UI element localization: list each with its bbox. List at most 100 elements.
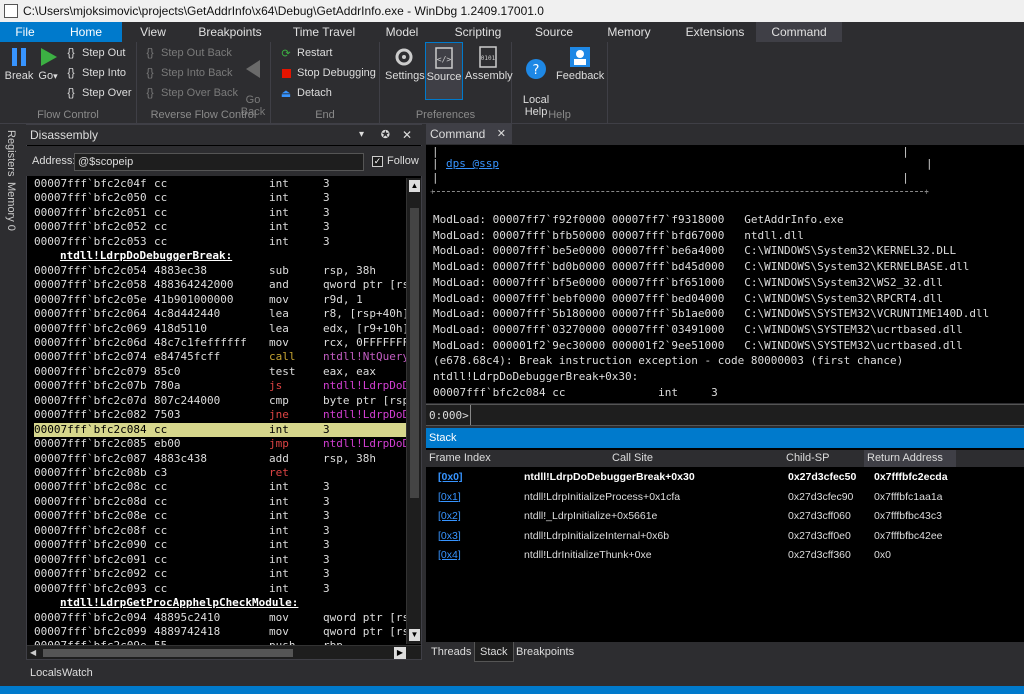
stop-debugging-button[interactable]: Stop Debugging bbox=[279, 64, 376, 82]
dropdown-icon[interactable]: ▾ bbox=[359, 125, 364, 145]
disassembly-row[interactable]: 00007fff`bfc2c08f cc int 3 bbox=[34, 524, 406, 538]
feedback-button[interactable]: Feedback bbox=[556, 46, 604, 82]
restart-button[interactable]: ⟳ Restart bbox=[279, 44, 332, 62]
disassembly-row[interactable]: 00007fff`bfc2c052 cc int 3 bbox=[34, 220, 406, 234]
stack-frame-row[interactable]: [0x3] ntdll!LdrpInitializeInternal+0x6b 0x… bbox=[428, 527, 1024, 547]
disassembly-row[interactable]: 00007fff`bfc2c099 4889742418 mov qword ptr … bbox=[34, 625, 406, 639]
instr-opcode: test bbox=[269, 364, 296, 378]
scroll-down-icon[interactable]: ▼ bbox=[409, 629, 420, 641]
disassembly-row[interactable]: 00007fff`bfc2c08e cc int 3 bbox=[34, 509, 406, 523]
frame-index-link[interactable]: [0x3] bbox=[438, 527, 461, 547]
disassembly-hscroll[interactable]: ◀ ▶ bbox=[27, 645, 421, 659]
disassembly-row[interactable]: 00007fff`bfc2c069 418d5110 lea edx, [r9+10h… bbox=[34, 322, 406, 336]
tab-watch[interactable]: Watch bbox=[62, 667, 93, 679]
col-frame-index[interactable]: Frame Index bbox=[429, 452, 491, 464]
frame-index-link[interactable]: [0x0] bbox=[438, 468, 463, 488]
pin-icon[interactable]: ✪ bbox=[381, 125, 390, 145]
disassembly-row[interactable]: 00007fff`bfc2c04f cc int 3 bbox=[34, 177, 406, 191]
disassembly-row[interactable]: 00007fff`bfc2c082 7503 jne ntdll!LdrpDoDebu… bbox=[34, 408, 406, 422]
scroll-up-icon[interactable]: ▲ bbox=[409, 180, 420, 192]
disassembly-row[interactable]: 00007fff`bfc2c079 85c0 test eax, eax bbox=[34, 365, 406, 379]
tab-memory[interactable]: Memory bbox=[584, 22, 674, 42]
stack-frame-row[interactable]: [0x1] ntdll!LdrpInitializeProcess+0x1cfa 0… bbox=[428, 488, 1024, 508]
stack-frame-row[interactable]: [0x2] ntdll!_LdrpInitialize+0x5661e 0x27d3… bbox=[428, 507, 1024, 527]
disassembly-vscroll[interactable]: ▲ ▼ bbox=[406, 178, 421, 644]
disassembly-row[interactable]: 00007fff`bfc2c08d cc int 3 bbox=[34, 495, 406, 509]
tab-extensions[interactable]: Extensions bbox=[674, 22, 756, 42]
follow-checkbox[interactable]: ✓ bbox=[372, 156, 383, 167]
tab-file[interactable]: File bbox=[0, 22, 50, 42]
tab-stack[interactable]: Stack bbox=[474, 642, 514, 662]
disassembly-row[interactable]: 00007fff`bfc2c094 48895c2410 mov qword ptr … bbox=[34, 611, 406, 625]
tab-locals[interactable]: Locals bbox=[30, 667, 62, 679]
scroll-left-icon[interactable]: ◀ bbox=[30, 648, 40, 658]
stack-frame-row[interactable]: [0x0] ntdll!LdrpDoDebuggerBreak+0x30 0x27d… bbox=[428, 468, 1024, 488]
break-button[interactable]: Break bbox=[4, 46, 34, 82]
disassembly-row[interactable]: 00007fff`bfc2c06d 48c7c1feffffff mov rcx, 0… bbox=[34, 336, 406, 350]
disassembly-row[interactable]: 00007fff`bfc2c091 cc int 3 bbox=[34, 553, 406, 567]
frame-index-link[interactable]: [0x1] bbox=[438, 488, 461, 508]
tab-threads[interactable]: Threads bbox=[431, 646, 471, 658]
source-button[interactable]: </> Source bbox=[425, 42, 463, 100]
disassembly-row[interactable]: 00007fff`bfc2c092 cc int 3 bbox=[34, 567, 406, 581]
disassembly-row[interactable]: 00007fff`bfc2c053 cc int 3 bbox=[34, 235, 406, 249]
disassembly-row[interactable]: 00007fff`bfc2c064 4c8d442440 lea r8, [rsp+4… bbox=[34, 307, 406, 321]
disassembly-row[interactable]: 00007fff`bfc2c08b c3 ret bbox=[34, 466, 406, 480]
command-input-bar[interactable]: 0:000> bbox=[426, 404, 1024, 426]
step-over-back-button[interactable]: {} Step Over Back bbox=[143, 84, 238, 102]
col-child-sp[interactable]: Child-SP bbox=[786, 452, 829, 464]
disassembly-row-current[interactable]: 00007fff`bfc2c084 cc int 3 bbox=[34, 422, 406, 438]
disassembly-row[interactable]: 00007fff`bfc2c050 cc int 3 bbox=[34, 191, 406, 205]
side-tab-memory[interactable]: Memory 0 bbox=[5, 182, 17, 231]
step-into-back-button[interactable]: {} Step Into Back bbox=[143, 64, 232, 82]
frame-index-link[interactable]: [0x2] bbox=[438, 507, 461, 527]
step-out-back-button[interactable]: {} Step Out Back bbox=[143, 44, 232, 62]
disassembly-row[interactable]: 00007fff`bfc2c07d 807c244000 cmp byte ptr [… bbox=[34, 394, 406, 408]
hscroll-thumb[interactable] bbox=[43, 649, 293, 657]
col-call-site[interactable]: Call Site bbox=[612, 452, 653, 464]
disassembly-row[interactable]: 00007fff`bfc2c054 4883ec38 sub rsp, 38h bbox=[34, 264, 406, 278]
tab-home[interactable]: Home bbox=[50, 22, 122, 42]
disassembly-row[interactable]: 00007fff`bfc2c085 eb00 jmp ntdll!LdrpDoDebu… bbox=[34, 437, 406, 451]
settings-button[interactable]: Settings bbox=[385, 46, 425, 82]
tab-command[interactable]: Command bbox=[756, 22, 842, 42]
tab-breakpoints-window[interactable]: Breakpoints bbox=[516, 646, 574, 658]
tab-breakpoints[interactable]: Breakpoints bbox=[184, 22, 276, 42]
tab-command-window[interactable]: Command ✕ bbox=[426, 124, 512, 144]
side-tab-registers[interactable]: Registers bbox=[5, 130, 17, 176]
frame-index-link[interactable]: [0x4] bbox=[438, 546, 461, 566]
disassembly-row[interactable]: 00007fff`bfc2c07b 780a js ntdll!LdrpDoDebug… bbox=[34, 379, 406, 393]
instr-opcode: int bbox=[269, 509, 289, 523]
scroll-right-icon[interactable]: ▶ bbox=[394, 647, 406, 659]
close-icon[interactable]: ✕ bbox=[402, 125, 412, 145]
go-button[interactable]: Go▾ bbox=[36, 46, 60, 82]
step-out-button[interactable]: {} Step Out bbox=[64, 44, 125, 62]
step-into-button[interactable]: {} Step Into bbox=[64, 64, 126, 82]
disassembly-symbol-label[interactable]: ntdll!LdrpGetProcApphelpCheckModule: bbox=[34, 596, 406, 610]
detach-button[interactable]: ⏏ Detach bbox=[279, 84, 332, 102]
disassembly-row[interactable]: 00007fff`bfc2c090 cc int 3 bbox=[34, 538, 406, 552]
tab-scripting[interactable]: Scripting bbox=[432, 22, 524, 42]
disassembly-row[interactable]: 00007fff`bfc2c05e 41b901000000 mov r9d, 1 bbox=[34, 293, 406, 307]
tab-source[interactable]: Source bbox=[524, 22, 584, 42]
stack-frame-row[interactable]: [0x4] ntdll!LdrInitializeThunk+0xe 0x27d3c… bbox=[428, 546, 1024, 566]
disassembly-row[interactable]: 00007fff`bfc2c058 488364242000 and qword pt… bbox=[34, 278, 406, 292]
tab-model[interactable]: Model bbox=[372, 22, 432, 42]
disassembly-row[interactable]: 00007fff`bfc2c08c cc int 3 bbox=[34, 480, 406, 494]
tab-view[interactable]: View bbox=[122, 22, 184, 42]
scroll-thumb[interactable] bbox=[410, 208, 419, 498]
disassembly-row[interactable]: 00007fff`bfc2c074 e84745fcff call ntdll!NtQ… bbox=[34, 350, 406, 364]
disassembly-row[interactable]: 00007fff`bfc2c087 4883c438 add rsp, 38h bbox=[34, 452, 406, 466]
assembly-button[interactable]: 0101 Assembly bbox=[465, 46, 513, 82]
go-back-button[interactable]: Go Back bbox=[239, 46, 267, 118]
disassembly-row[interactable]: 00007fff`bfc2c093 cc int 3 bbox=[34, 582, 406, 596]
step-over-button[interactable]: {} Step Over bbox=[64, 84, 131, 102]
address-input[interactable]: @$scopeip bbox=[74, 153, 364, 171]
col-return-address[interactable]: Return Address bbox=[864, 450, 956, 467]
tab-time-travel[interactable]: Time Travel bbox=[276, 22, 372, 42]
disassembly-symbol-label[interactable]: ntdll!LdrpDoDebuggerBreak: bbox=[34, 249, 406, 263]
dps-link[interactable]: dps @ssp bbox=[446, 157, 499, 170]
local-help-button[interactable]: ? Local Help bbox=[520, 46, 552, 118]
disassembly-row[interactable]: 00007fff`bfc2c051 cc int 3 bbox=[34, 206, 406, 220]
close-command-icon[interactable]: ✕ bbox=[497, 124, 506, 144]
